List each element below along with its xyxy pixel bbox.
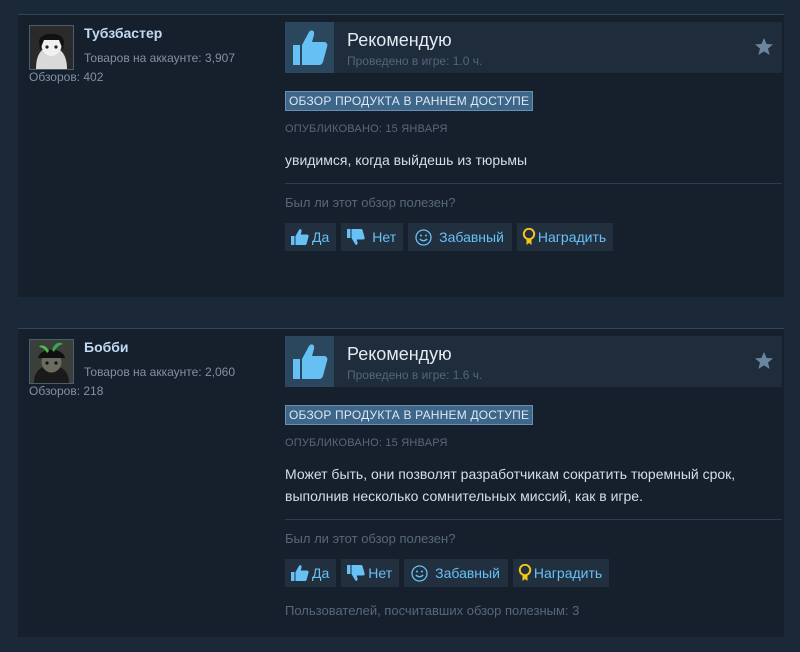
vote-funny-label: Забавный [439, 229, 504, 245]
award-label: Наградить [537, 229, 607, 245]
author-avatar[interactable] [29, 25, 74, 70]
review-text: увидимся, когда выйдешь из тюрьмы [285, 152, 528, 168]
review-card: Тубзбастер Товаров на аккаунте: 3,907 Об… [18, 14, 784, 297]
smiley-icon [415, 228, 432, 246]
early-access-badge: ОБЗОР ПРОДУКТА В РАННЕМ ДОСТУПЕ [285, 405, 534, 425]
thumbs-up-icon [291, 229, 309, 245]
vote-yes-label: Да [312, 229, 330, 245]
helpful-question: Был ли этот обзор полезен? [285, 195, 456, 210]
vote-no-button[interactable]: Нет [341, 559, 400, 587]
award-button[interactable]: Наградить [516, 223, 614, 251]
author-avatar[interactable] [29, 339, 74, 384]
vote-yes-button[interactable]: Да [285, 223, 337, 251]
award-icon [522, 228, 536, 245]
divider [285, 519, 782, 520]
star-icon[interactable] [754, 37, 774, 57]
review-text: Может быть, они позволят разработчикам с… [285, 466, 736, 504]
thumbs-up-icon [285, 336, 334, 387]
review-card: Бобби Товаров на аккаунте: 2,060 Обзоров… [18, 328, 784, 637]
helpful-question: Был ли этот обзор полезен? [285, 531, 456, 546]
smiley-icon [411, 564, 428, 582]
thumbs-up-icon [285, 22, 334, 73]
helpful-count: Пользователей, посчитавших обзор полезны… [285, 603, 580, 618]
thumbs-down-icon [347, 229, 365, 245]
posted-date: ОПУБЛИКОВАНО: 15 ЯНВАРЯ [285, 123, 448, 135]
vote-title[interactable]: Рекомендую [347, 30, 452, 51]
author-reviews-count[interactable]: Обзоров: 218 [29, 384, 103, 398]
vote-no-label: Нет [372, 229, 397, 245]
award-button[interactable]: Наградить [512, 559, 610, 587]
star-icon[interactable] [754, 351, 774, 371]
vote-header[interactable]: Рекомендую Проведено в игре: 1.6 ч. [285, 336, 782, 387]
early-access-badge: ОБЗОР ПРОДУКТА В РАННЕМ ДОСТУПЕ [285, 91, 534, 111]
rating-buttons: Да Нет Забавный Наградить [285, 223, 614, 251]
author-name[interactable]: Бобби [84, 339, 129, 355]
vote-funny-button[interactable]: Забавный [404, 559, 508, 587]
vote-header[interactable]: Рекомендую Проведено в игре: 1.0 ч. [285, 22, 782, 73]
vote-yes-button[interactable]: Да [285, 559, 337, 587]
rating-buttons: Да Нет Забавный Наградить [285, 559, 610, 587]
thumbs-down-icon [347, 565, 365, 581]
posted-date: ОПУБЛИКОВАНО: 15 ЯНВАРЯ [285, 437, 448, 449]
author-reviews-count[interactable]: Обзоров: 402 [29, 70, 103, 84]
author-name[interactable]: Тубзбастер [84, 25, 162, 41]
vote-no-label: Нет [368, 565, 393, 581]
playtime: Проведено в игре: 1.0 ч. [347, 54, 483, 68]
playtime: Проведено в игре: 1.6 ч. [347, 368, 483, 382]
vote-yes-label: Да [312, 565, 330, 581]
divider [285, 183, 782, 184]
vote-title[interactable]: Рекомендую [347, 344, 452, 365]
vote-funny-label: Забавный [435, 565, 500, 581]
author-products-count[interactable]: Товаров на аккаунте: 2,060 [84, 365, 235, 379]
award-label: Наградить [533, 565, 603, 581]
vote-no-button[interactable]: Нет [341, 223, 404, 251]
author-products-count[interactable]: Товаров на аккаунте: 3,907 [84, 51, 235, 65]
vote-funny-button[interactable]: Забавный [408, 223, 512, 251]
thumbs-up-icon [291, 565, 309, 581]
award-icon [518, 564, 532, 581]
